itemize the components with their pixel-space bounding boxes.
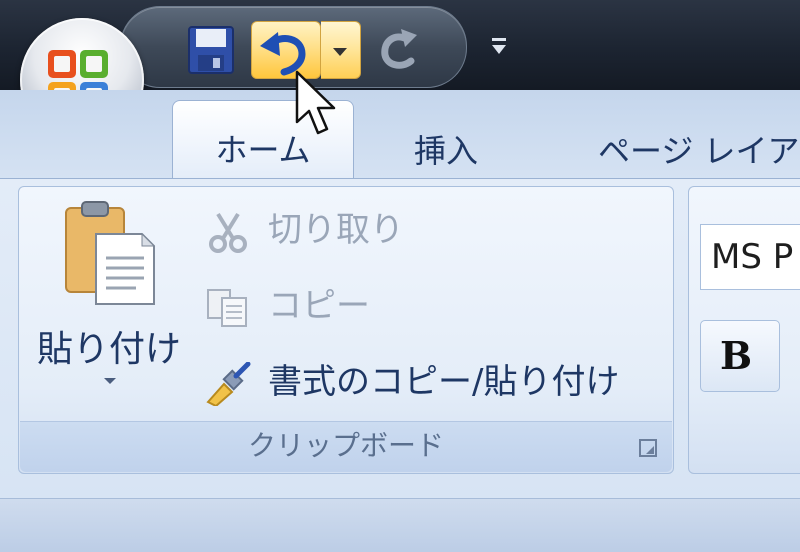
format-painter-brush-icon [206,362,251,406]
tab-page-layout-label: ページ レイア [598,132,800,170]
font-name-combobox[interactable]: MS P [700,224,800,290]
mouse-pointer-icon [295,70,336,135]
cut-label: 切り取り [268,210,404,250]
copy-icon [207,289,247,327]
save-button[interactable] [183,21,239,79]
document-area-edge [0,498,800,552]
customize-icon [492,38,506,54]
bold-label: B [719,333,753,378]
clipboard-group-label: クリップボード [247,429,444,462]
redo-button[interactable] [371,21,427,79]
cut-button[interactable]: 切り取り [204,204,654,256]
paste-label: 貼り付け [36,329,181,370]
customize-toolbar-button[interactable] [480,32,520,62]
redo-icon [381,29,417,69]
clipboard-group-footer: クリップボード [20,421,672,472]
copy-label: コピー [268,286,370,326]
copy-button[interactable]: コピー [204,280,654,332]
format-painter-label: 書式のコピー/貼り付け [268,362,620,402]
paste-dropdown-arrow-icon[interactable] [104,378,116,384]
format-painter-button[interactable]: 書式のコピー/貼り付け [204,356,654,408]
bold-button[interactable]: B [700,320,780,392]
scissors-icon [209,212,247,253]
clipboard-dialog-launcher[interactable] [638,438,658,458]
save-icon [188,26,234,74]
clipboard-paste-icon [65,201,156,305]
tab-page-layout[interactable]: ページ レイア [598,126,800,176]
tab-insert-label: 挿入 [414,132,479,170]
dialog-launcher-icon [639,439,657,457]
paste-button[interactable]: 貼り付け [34,200,184,410]
tab-insert[interactable]: 挿入 [414,126,478,176]
